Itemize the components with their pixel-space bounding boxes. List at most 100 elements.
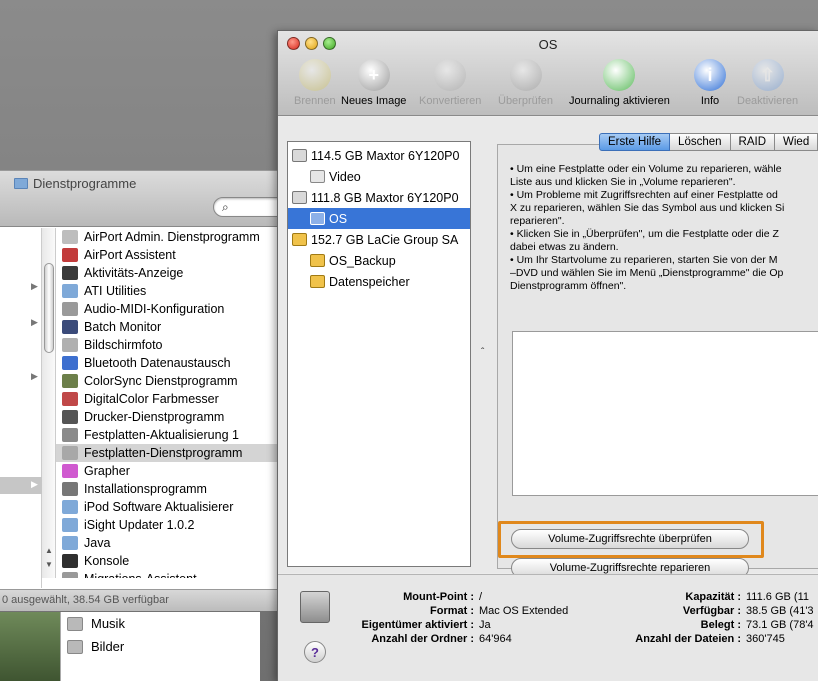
app-icon bbox=[62, 338, 78, 352]
first-aid-log bbox=[512, 331, 818, 496]
tab-1[interactable]: Löschen bbox=[670, 133, 731, 151]
disclosure-arrow-icon[interactable]: ▶ bbox=[31, 281, 38, 292]
list-item[interactable]: iPod Software Aktualisierer bbox=[56, 498, 290, 516]
toolbar-new-image-button[interactable]: + Neues Image bbox=[341, 59, 406, 107]
list-item-label: ATI Utilities bbox=[84, 284, 147, 298]
info-value: 111.6 GB (11 bbox=[746, 591, 809, 603]
tab-0[interactable]: Erste Hilfe bbox=[599, 133, 671, 151]
list-item-label: iPod Software Aktualisierer bbox=[84, 500, 234, 514]
help-text-line: Liste aus und klicken Sie in „Volume rep… bbox=[510, 176, 736, 188]
list-item[interactable]: Batch Monitor bbox=[56, 318, 290, 336]
disclosure-arrow-icon[interactable]: ▶ bbox=[31, 317, 38, 328]
help-text-line: –DVD und wählen Sie im Menü „Dienstprogr… bbox=[510, 267, 784, 279]
info-label: Anzahl der Dateien : bbox=[635, 633, 741, 645]
tab-3[interactable]: Wied bbox=[775, 133, 818, 151]
help-button[interactable]: ? bbox=[304, 641, 326, 663]
annotation-highlight-box bbox=[498, 521, 764, 558]
list-item[interactable]: AirPort Admin. Dienstprogramm bbox=[56, 228, 290, 246]
list-item[interactable]: ATI Utilities bbox=[56, 282, 290, 300]
list-item[interactable]: Aktivitäts-Anzeige bbox=[56, 264, 290, 282]
help-text-line: • Um eine Festplatte oder ein Volume zu … bbox=[510, 163, 782, 175]
list-item[interactable]: iSight Updater 1.0.2 bbox=[56, 516, 290, 534]
app-icon bbox=[62, 410, 78, 424]
toolbar-label: Journaling aktivieren bbox=[569, 95, 670, 107]
list-item[interactable]: Installationsprogramm bbox=[56, 480, 290, 498]
list-item[interactable]: ColorSync Dienstprogramm bbox=[56, 372, 290, 390]
finder-scrollbar[interactable]: ▲ ▼ bbox=[42, 228, 56, 578]
info-label: Belegt : bbox=[700, 619, 741, 631]
toolbar-label: Info bbox=[700, 95, 720, 107]
disclosure-arrow-icon[interactable]: ▶ bbox=[31, 371, 38, 382]
app-icon bbox=[62, 302, 78, 316]
splitter-handle-icon[interactable]: ˆ bbox=[481, 347, 484, 358]
help-text-line: • Klicken Sie in „Überprüfen", um die Fe… bbox=[510, 228, 779, 240]
app-icon bbox=[62, 428, 78, 442]
pictures-folder-icon bbox=[67, 639, 83, 654]
list-item-label: Bluetooth Datenaustausch bbox=[84, 356, 231, 370]
list-item[interactable]: DigitalColor Farbmesser bbox=[56, 390, 290, 408]
list-item[interactable]: Migrations-Assistent bbox=[56, 570, 290, 578]
finder-parent-column: ▶ ▶ ▶ ▶ bbox=[0, 228, 42, 588]
sidebar-item-label: Bilder bbox=[91, 639, 125, 654]
disk-list-item[interactable]: 111.8 GB Maxtor 6Y120P0 bbox=[288, 187, 470, 208]
toolbar: OS Brennen + Neues Image Konvertieren Überpr… bbox=[278, 31, 818, 116]
external-volume-icon bbox=[310, 275, 325, 288]
list-item-label: Aktivitäts-Anzeige bbox=[84, 266, 184, 280]
list-item[interactable]: Drucker-Dienstprogramm bbox=[56, 408, 290, 426]
help-text-line: reparieren". bbox=[510, 215, 565, 227]
toolbar-burn-button[interactable]: Brennen bbox=[294, 59, 336, 107]
toolbar-journaling-button[interactable]: Journaling aktivieren bbox=[569, 59, 670, 107]
list-item[interactable]: Konsole bbox=[56, 552, 290, 570]
list-item-label: Bildschirmfoto bbox=[84, 338, 163, 352]
info-label: Anzahl der Ordner : bbox=[371, 633, 474, 645]
scroll-down-icon[interactable]: ▼ bbox=[45, 560, 53, 569]
hard-disk-icon bbox=[300, 591, 330, 623]
toolbar-convert-button[interactable]: Konvertieren bbox=[419, 59, 481, 107]
sidebar-item-pictures[interactable]: Bilder bbox=[61, 635, 260, 658]
list-item[interactable]: Bildschirmfoto bbox=[56, 336, 290, 354]
list-item[interactable]: Festplatten-Aktualisierung 1 bbox=[56, 426, 290, 444]
disk-list-item[interactable]: 152.7 GB LaCie Group SA bbox=[288, 229, 470, 250]
help-text-line: Dienstprogramm öffnen". bbox=[510, 280, 627, 292]
list-item[interactable]: Bluetooth Datenaustausch bbox=[56, 354, 290, 372]
info-value: 64'964 bbox=[479, 633, 512, 645]
disk-list-item[interactable]: OS_Backup bbox=[288, 250, 470, 271]
first-aid-instructions: • Um eine Festplatte oder ein Volume zu … bbox=[510, 163, 818, 293]
disclosure-arrow-icon[interactable]: ▶ bbox=[31, 479, 38, 490]
list-item[interactable]: Festplatten-Dienstprogramm bbox=[56, 444, 290, 462]
list-item[interactable]: Audio-MIDI-Konfiguration bbox=[56, 300, 290, 318]
sidebar-item-label: Musik bbox=[91, 616, 125, 631]
list-item[interactable]: Java bbox=[56, 534, 290, 552]
list-item[interactable]: AirPort Assistent bbox=[56, 246, 290, 264]
finder-window: Dienstprogramme ⌕ ▶ ▶ ▶ ▶ ▲ ▼ AirPort Ad… bbox=[0, 170, 293, 611]
toolbar-info-button[interactable]: i Info bbox=[694, 59, 726, 107]
disk-list-label: 114.5 GB Maxtor 6Y120P0 bbox=[311, 148, 460, 163]
app-icon bbox=[62, 356, 78, 370]
list-item-label: Festplatten-Dienstprogramm bbox=[84, 446, 243, 460]
toolbar-microscope-button[interactable]: Überprüfen bbox=[498, 59, 553, 107]
list-item[interactable]: Grapher bbox=[56, 462, 290, 480]
disk-list-item[interactable]: Video bbox=[288, 166, 470, 187]
info-icon: i bbox=[694, 59, 726, 91]
disk-list-item[interactable]: 114.5 GB Maxtor 6Y120P0 bbox=[288, 145, 470, 166]
app-icon bbox=[62, 248, 78, 262]
tab-2[interactable]: RAID bbox=[730, 133, 776, 151]
list-item-label: Drucker-Dienstprogramm bbox=[84, 410, 225, 424]
convert-icon bbox=[434, 59, 467, 91]
scroll-up-icon[interactable]: ▲ bbox=[45, 546, 53, 555]
toolbar-label: Brennen bbox=[294, 95, 336, 107]
toolbar-label: Überprüfen bbox=[498, 95, 554, 107]
disk-list-item[interactable]: OS bbox=[288, 208, 470, 229]
burn-icon bbox=[298, 59, 331, 91]
disk-list-item[interactable]: Datenspeicher bbox=[288, 271, 470, 292]
scrollbar-thumb[interactable] bbox=[44, 263, 54, 353]
toolbar-unmount-button[interactable]: ⇧ Deaktivieren bbox=[737, 59, 798, 107]
tab-bar: Erste Hilfe Löschen RAID Wied bbox=[599, 133, 818, 151]
list-item-label: Java bbox=[84, 536, 111, 550]
sidebar-item-music[interactable]: Musik bbox=[61, 612, 260, 635]
list-item-label: Konsole bbox=[84, 554, 130, 568]
app-icon bbox=[62, 536, 78, 550]
list-item-label: Installationsprogramm bbox=[84, 482, 207, 496]
disk-icon bbox=[292, 149, 307, 162]
new-image-icon: + bbox=[357, 59, 390, 91]
